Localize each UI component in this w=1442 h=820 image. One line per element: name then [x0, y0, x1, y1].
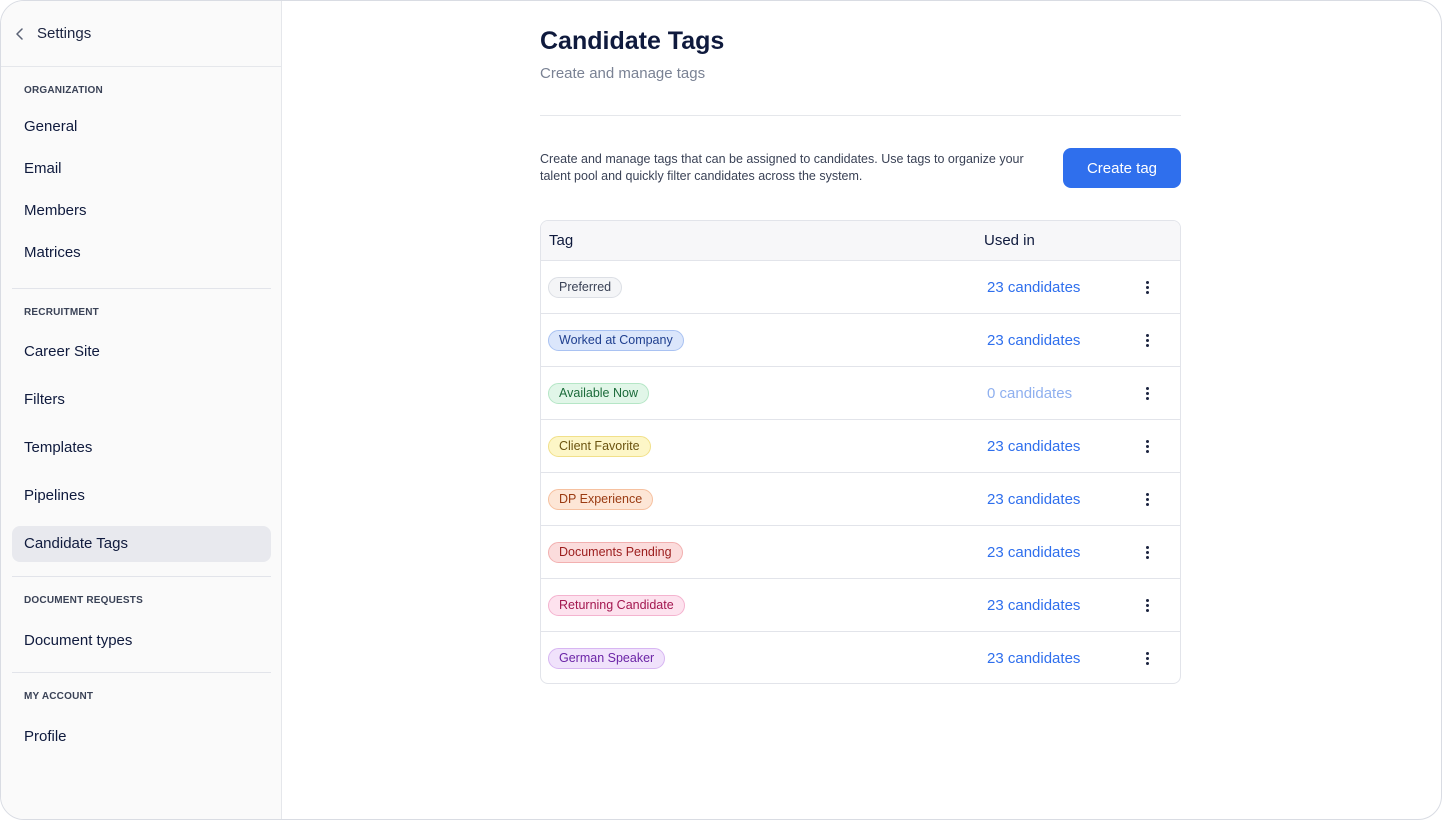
tag-chip: Worked at Company — [548, 330, 684, 351]
sidebar-item-filters[interactable]: Filters — [12, 383, 271, 417]
table-header: Tag Used in — [541, 221, 1180, 261]
more-options-icon[interactable] — [1137, 542, 1157, 563]
sidebar-item-profile[interactable]: Profile — [12, 720, 271, 754]
used-in-link[interactable]: 23 candidates — [987, 632, 1080, 683]
sidebar-item-members[interactable]: Members — [12, 194, 271, 228]
tag-chip: Available Now — [548, 383, 649, 404]
dot — [1145, 662, 1149, 665]
section-organization: ORGANIZATION General Email Members Matri… — [12, 81, 271, 270]
column-header-used-in: Used in — [984, 232, 1035, 249]
sidebar-item-document-types[interactable]: Document types — [12, 624, 271, 658]
sidebar-item-candidate-tags[interactable]: Candidate Tags — [12, 526, 271, 562]
section-title: ORGANIZATION — [24, 85, 103, 96]
chevron-left-icon — [15, 27, 29, 41]
page-description: Create and manage tags that can be assig… — [540, 152, 1024, 183]
tag-chip: Documents Pending — [548, 542, 683, 563]
sidebar-item-matrices[interactable]: Matrices — [12, 236, 271, 270]
used-in-link[interactable]: 23 candidates — [987, 261, 1080, 314]
dot — [1145, 445, 1149, 448]
divider — [12, 288, 271, 289]
sidebar-item-career-site[interactable]: Career Site — [12, 335, 271, 369]
column-header-tag: Tag — [549, 232, 574, 249]
settings-sidebar: Settings ORGANIZATION General Email Memb… — [1, 1, 282, 819]
dot — [1145, 440, 1149, 443]
dot — [1145, 291, 1149, 294]
more-options-icon[interactable] — [1137, 330, 1157, 351]
dot — [1145, 657, 1149, 660]
used-in-link[interactable]: 23 candidates — [987, 314, 1080, 367]
divider — [540, 115, 1181, 116]
dot — [1145, 652, 1149, 655]
dot — [1145, 387, 1149, 390]
more-options-icon[interactable] — [1137, 277, 1157, 298]
section-recruitment: RECRUITMENT Career Site Filters Template… — [12, 303, 271, 562]
tag-chip: DP Experience — [548, 489, 654, 510]
table-row: Preferred 23 candidates — [541, 261, 1180, 314]
more-options-icon[interactable] — [1137, 436, 1157, 457]
dot — [1145, 599, 1149, 602]
sidebar-item-pipelines[interactable]: Pipelines — [12, 479, 271, 513]
tags-table: Tag Used in Preferred 23 candidates Worked… — [540, 220, 1181, 684]
tag-chip: German Speaker — [548, 648, 666, 669]
section-title: RECRUITMENT — [24, 307, 99, 318]
dot — [1145, 546, 1149, 549]
table-row: Client Favorite 23 candidates — [541, 420, 1180, 473]
page-subtitle: Create and manage tags — [540, 65, 706, 82]
dot — [1145, 392, 1149, 395]
divider — [12, 672, 271, 673]
sidebar-title: Settings — [37, 25, 92, 42]
used-in-link[interactable]: 23 candidates — [987, 526, 1080, 579]
tag-chip: Returning Candidate — [548, 595, 685, 616]
dot — [1145, 397, 1149, 400]
more-options-icon[interactable] — [1137, 383, 1157, 404]
more-options-icon[interactable] — [1137, 489, 1157, 510]
sidebar-item-general[interactable]: General — [12, 110, 271, 144]
section-my-account: MY ACCOUNT Profile — [12, 687, 271, 754]
table-row: Documents Pending 23 candidates — [541, 526, 1180, 579]
dot — [1145, 604, 1149, 607]
app-window: Settings ORGANIZATION General Email Memb… — [0, 0, 1442, 820]
dot — [1145, 344, 1149, 347]
dot — [1145, 450, 1149, 453]
table-row: German Speaker 23 candidates — [541, 632, 1180, 683]
used-in-link[interactable]: 0 candidates — [987, 367, 1072, 420]
table-row: Available Now 0 candidates — [541, 367, 1180, 420]
table-row: Returning Candidate 23 candidates — [541, 579, 1180, 632]
dot — [1145, 286, 1149, 289]
table-row: Worked at Company 23 candidates — [541, 314, 1180, 367]
divider — [12, 576, 271, 577]
table-row: DP Experience 23 candidates — [541, 473, 1180, 526]
dot — [1145, 281, 1149, 284]
more-options-icon[interactable] — [1137, 648, 1157, 669]
create-tag-button[interactable]: Create tag — [1063, 148, 1181, 188]
section-title: MY ACCOUNT — [24, 691, 94, 702]
back-to-settings[interactable]: Settings — [1, 1, 281, 67]
section-title: DOCUMENT REQUESTS — [24, 595, 143, 606]
sidebar-item-email[interactable]: Email — [12, 152, 271, 186]
dot — [1145, 556, 1149, 559]
sidebar-item-templates[interactable]: Templates — [12, 431, 271, 465]
dot — [1145, 503, 1149, 506]
dot — [1145, 493, 1149, 496]
used-in-link[interactable]: 23 candidates — [987, 473, 1080, 526]
tag-chip: Client Favorite — [548, 436, 651, 457]
dot — [1145, 339, 1149, 342]
tag-chip: Preferred — [548, 277, 623, 298]
used-in-link[interactable]: 23 candidates — [987, 420, 1080, 473]
table-body: Preferred 23 candidates Worked at Company 2… — [541, 261, 1180, 683]
dot — [1145, 498, 1149, 501]
dot — [1145, 334, 1149, 337]
dot — [1145, 551, 1149, 554]
page-title: Candidate Tags — [540, 27, 725, 55]
used-in-link[interactable]: 23 candidates — [987, 579, 1080, 632]
more-options-icon[interactable] — [1137, 595, 1157, 616]
section-document-requests: DOCUMENT REQUESTS Document types — [12, 591, 271, 658]
dot — [1145, 609, 1149, 612]
